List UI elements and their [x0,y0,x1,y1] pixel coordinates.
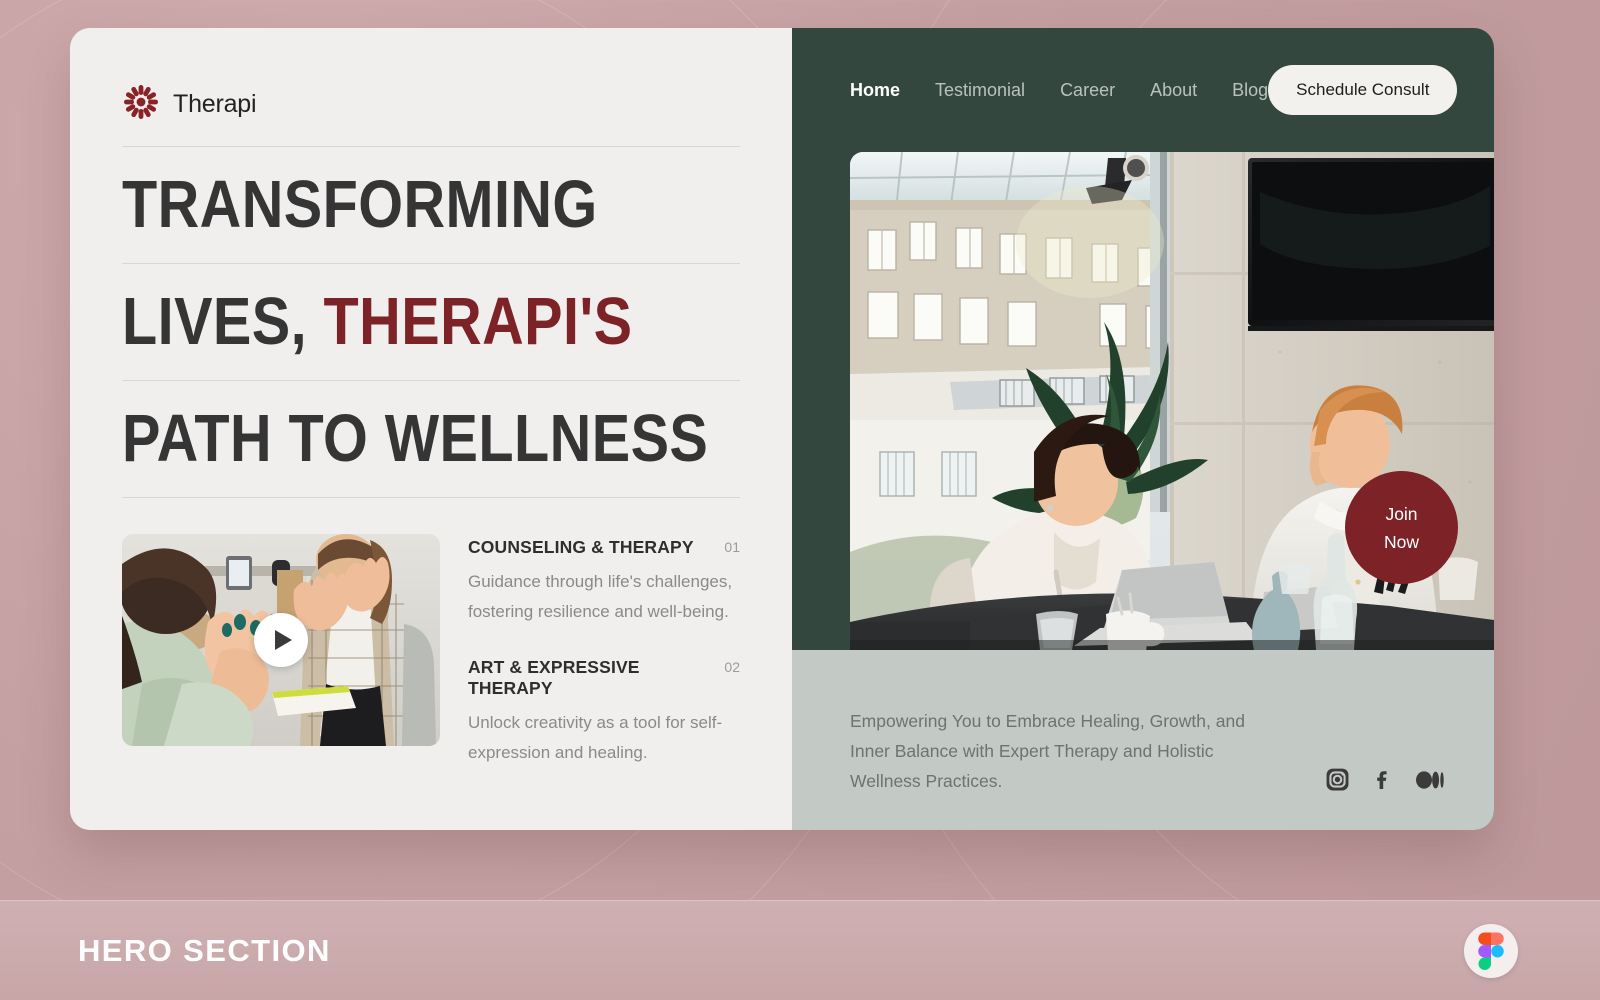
social-links [1325,767,1444,792]
right-panel: Home Testimonial Career About Blog Sched… [792,28,1494,830]
feature-title: ART & EXPRESSIVE THERAPY [468,657,640,698]
instagram-icon[interactable] [1325,767,1350,792]
facebook-icon[interactable] [1371,768,1395,792]
feature-header: COUNSELING & THERAPY 01 [468,537,740,558]
video-thumbnail[interactable] [122,534,440,746]
nav-item-career[interactable]: Career [1060,80,1115,101]
medium-icon[interactable] [1416,769,1444,791]
headline-line-3: PATH TO WELLNESS [122,401,709,476]
nav-item-home[interactable]: Home [850,80,900,101]
feature-item[interactable]: COUNSELING & THERAPY 01 Guidance through… [468,537,740,627]
headline-line-1: TRANSFORMING [122,167,598,242]
nav-item-blog[interactable]: Blog [1232,80,1268,101]
figma-icon[interactable] [1464,923,1518,978]
play-icon[interactable] [254,613,308,667]
headline-line-2-pre: LIVES, [122,284,324,359]
feature-list: COUNSELING & THERAPY 01 Guidance through… [468,534,740,768]
feature-header: ART & EXPRESSIVE THERAPY 02 [468,657,740,699]
feature-item[interactable]: ART & EXPRESSIVE THERAPY 02 Unlock creat… [468,657,740,768]
brand[interactable]: Therapi [122,62,740,146]
nav-item-testimonial[interactable]: Testimonial [935,80,1025,101]
features-section: COUNSELING & THERAPY 01 Guidance through… [122,534,740,768]
play-triangle [275,630,292,650]
left-panel: Therapi TRANSFORMING LIVES, THERAPI'S PA… [70,28,792,830]
divider [122,497,740,498]
main-navigation: Home Testimonial Career About Blog Sched… [792,28,1494,152]
caption-bar: HERO SECTION [0,900,1600,1000]
headline-line-2: LIVES, THERAPI'S [122,264,653,380]
headline-accent-word: THERAPI'S [323,284,633,359]
feature-number: 01 [724,539,740,555]
feature-title: COUNSELING & THERAPY [468,537,694,557]
section-label: HERO SECTION [78,932,331,968]
brand-name: Therapi [173,89,257,118]
join-now-label: Join Now [1383,503,1419,552]
hero-card: Therapi TRANSFORMING LIVES, THERAPI'S PA… [70,28,1494,830]
join-now-button[interactable]: Join Now [1345,471,1458,584]
nav-item-about[interactable]: About [1150,80,1197,101]
schedule-consult-button[interactable]: Schedule Consult [1268,65,1458,115]
therapi-flower-logo-icon [122,83,160,126]
feature-description: Guidance through life's challenges, fost… [468,572,733,621]
footer-panel: Empowering You to Embrace Healing, Growt… [792,650,1494,830]
feature-number: 02 [724,659,740,675]
nav-links: Home Testimonial Career About Blog [850,80,1268,101]
page-title: TRANSFORMING LIVES, THERAPI'S PATH TO WE… [122,147,740,498]
footer-tagline: Empowering You to Embrace Healing, Growt… [850,711,1245,791]
feature-description: Unlock creativity as a tool for self-exp… [468,713,723,762]
